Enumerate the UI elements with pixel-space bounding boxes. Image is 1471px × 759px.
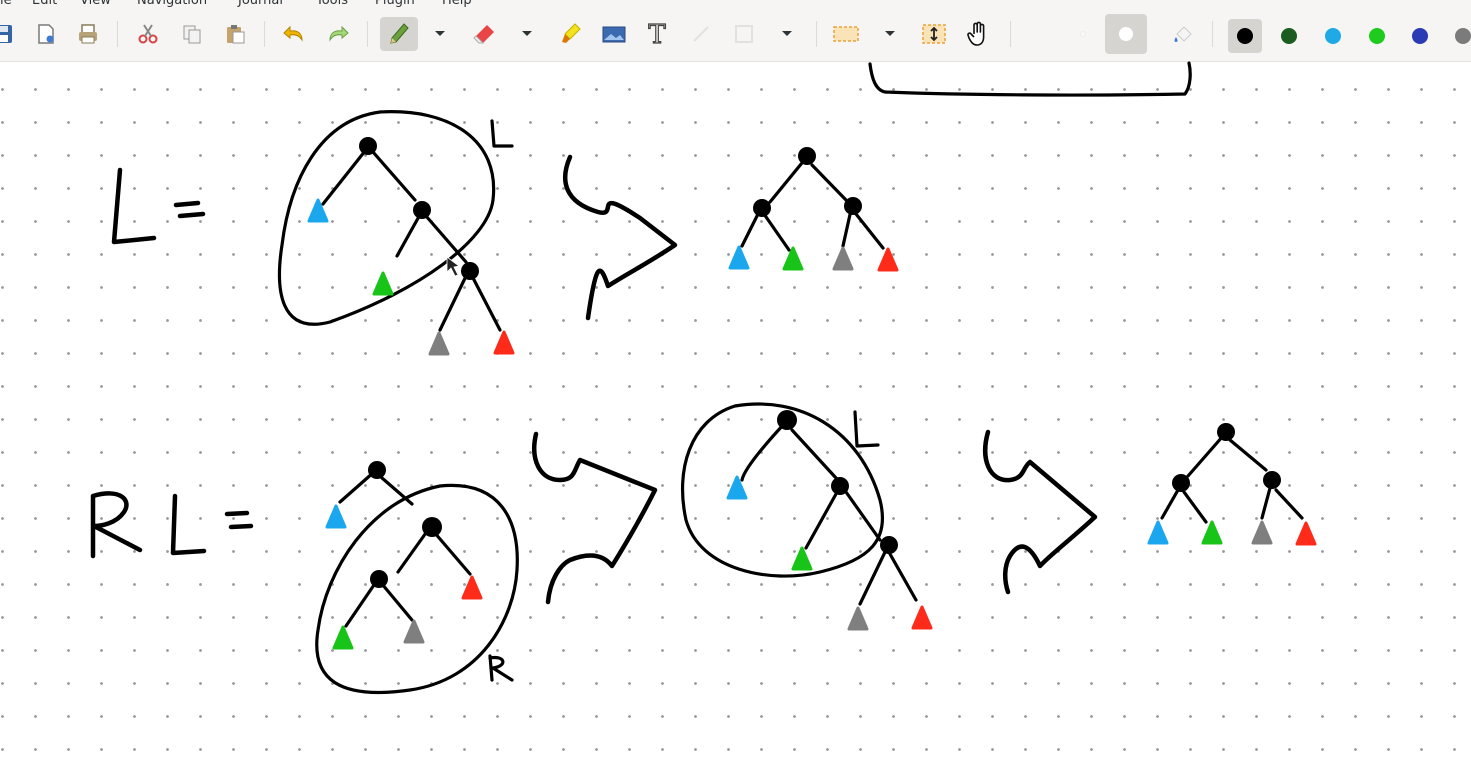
tree1-node-root xyxy=(359,137,377,155)
tree2-blue-subtree xyxy=(325,504,347,529)
tree2-gray-subtree xyxy=(403,619,425,644)
letter-L xyxy=(111,167,157,245)
result2-node-root xyxy=(1217,423,1235,441)
tree2-red-subtree xyxy=(461,575,483,600)
tree1-red-subtree xyxy=(493,330,515,355)
result1-gray-subtree xyxy=(832,246,854,271)
tree2-green-subtree xyxy=(332,625,354,650)
equals-sign-2 xyxy=(224,510,254,530)
tree3-green-subtree xyxy=(791,546,813,571)
result2-gray-subtree xyxy=(1251,520,1273,545)
result2-red-subtree xyxy=(1295,521,1317,546)
result1-node-left xyxy=(753,199,771,217)
label-R-small xyxy=(488,654,514,682)
tree1-gray-subtree xyxy=(428,331,450,356)
tree1-node-mid xyxy=(413,201,431,219)
result1-green-subtree xyxy=(782,246,804,271)
letter-R xyxy=(90,491,143,559)
result2-blue-subtree xyxy=(1147,520,1169,545)
tree3-edges xyxy=(740,422,918,606)
result1-node-right xyxy=(844,197,862,215)
equals-sign xyxy=(173,200,206,219)
drawing-canvas[interactable] xyxy=(0,61,1471,759)
result1-red-subtree xyxy=(877,247,899,272)
letter-L-2 xyxy=(170,493,207,556)
result2-node-right xyxy=(1263,471,1281,489)
circle-right-subtree xyxy=(315,483,519,695)
tree3-gray-subtree xyxy=(847,606,869,631)
tree1-node-low xyxy=(461,262,479,280)
tree3-red-subtree xyxy=(911,605,933,630)
tree2-node-mid xyxy=(422,517,442,537)
arrow-2 xyxy=(532,431,658,605)
result1-node-root xyxy=(798,147,816,165)
partial-box-stroke xyxy=(868,61,1192,97)
label-L-small-2 xyxy=(853,410,880,448)
tree3-node-mid xyxy=(831,477,849,495)
circle-tree3-subtree xyxy=(680,402,885,578)
tree2-node-low xyxy=(370,570,388,588)
tree1-green-subtree xyxy=(372,271,394,296)
arrow-1 xyxy=(562,154,678,321)
result1-blue-subtree xyxy=(728,245,750,270)
tree2-edges xyxy=(338,470,472,628)
arrow-3 xyxy=(982,429,1098,595)
handwritten-sketch xyxy=(90,61,1317,695)
label-L-small xyxy=(490,119,514,148)
tree3-node-low xyxy=(880,536,898,554)
result2-node-left xyxy=(1172,474,1190,492)
mouse-pointer-icon xyxy=(446,256,460,277)
tree2-node-root xyxy=(368,461,386,479)
tree3-node-root xyxy=(777,410,797,430)
result2-green-subtree xyxy=(1201,520,1223,545)
